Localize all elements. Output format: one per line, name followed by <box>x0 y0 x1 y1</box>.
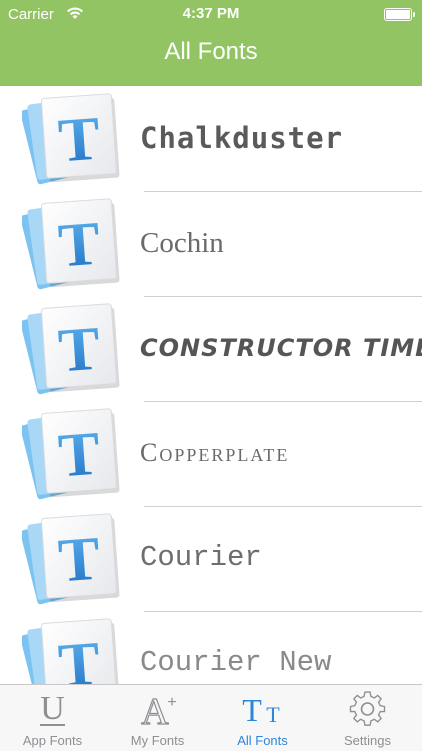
text-size-icon: T T <box>210 689 315 729</box>
font-name: Chalkduster <box>140 121 344 155</box>
font-file-icon <box>22 303 121 396</box>
status-bar: Carrier 4:37 PM <box>0 0 422 30</box>
font-name: CONSTRUCTOR TIME <box>140 334 422 362</box>
tab-my-fonts[interactable]: A + My Fonts <box>105 685 210 751</box>
battery-indicator <box>302 0 422 30</box>
font-name: Courier <box>140 541 262 574</box>
battery-icon <box>384 8 415 21</box>
svg-text:+: + <box>167 694 176 711</box>
font-file-icon <box>22 618 121 684</box>
svg-text:T: T <box>242 692 262 728</box>
list-item-font[interactable]: Courier New <box>0 611 422 684</box>
tab-label: My Fonts <box>130 733 185 748</box>
font-add-icon: A + <box>105 689 210 733</box>
page-title: All Fonts <box>164 38 258 65</box>
list-item-font[interactable]: Copperplate <box>0 401 422 507</box>
header: Carrier 4:37 PM All Fonts <box>0 0 422 86</box>
list-item-font[interactable]: Courier <box>0 506 422 612</box>
tab-label: Settings <box>344 733 391 748</box>
svg-text:U: U <box>40 690 65 727</box>
tab-all-fonts[interactable]: T T All Fonts <box>210 685 315 751</box>
list-item-font[interactable]: Chalkduster <box>0 86 422 192</box>
font-list[interactable]: Chalkduster Cochin CONSTRUCTOR TIME Copp… <box>0 86 422 684</box>
tab-app-fonts[interactable]: U App Fonts <box>0 685 105 751</box>
font-file-icon <box>22 408 121 501</box>
font-file-icon <box>22 513 121 606</box>
list-item-font[interactable]: CONSTRUCTOR TIME <box>0 296 422 402</box>
tab-label: App Fonts <box>22 733 83 748</box>
svg-text:T: T <box>266 702 280 727</box>
underline-u-icon: U <box>0 689 105 729</box>
font-name: Courier New <box>140 646 332 679</box>
tab-label: All Fonts <box>237 733 288 748</box>
font-file-icon <box>22 198 121 291</box>
tab-settings[interactable]: Settings <box>315 685 420 751</box>
svg-text:A: A <box>141 691 169 729</box>
gear-icon <box>315 689 420 729</box>
tab-bar: U App Fonts A + My Fonts T T All Fonts S… <box>0 684 422 751</box>
font-name: Cochin <box>140 227 224 259</box>
font-name: Copperplate <box>140 438 290 467</box>
list-item-font[interactable]: Cochin <box>0 191 422 297</box>
font-file-icon <box>22 93 121 186</box>
